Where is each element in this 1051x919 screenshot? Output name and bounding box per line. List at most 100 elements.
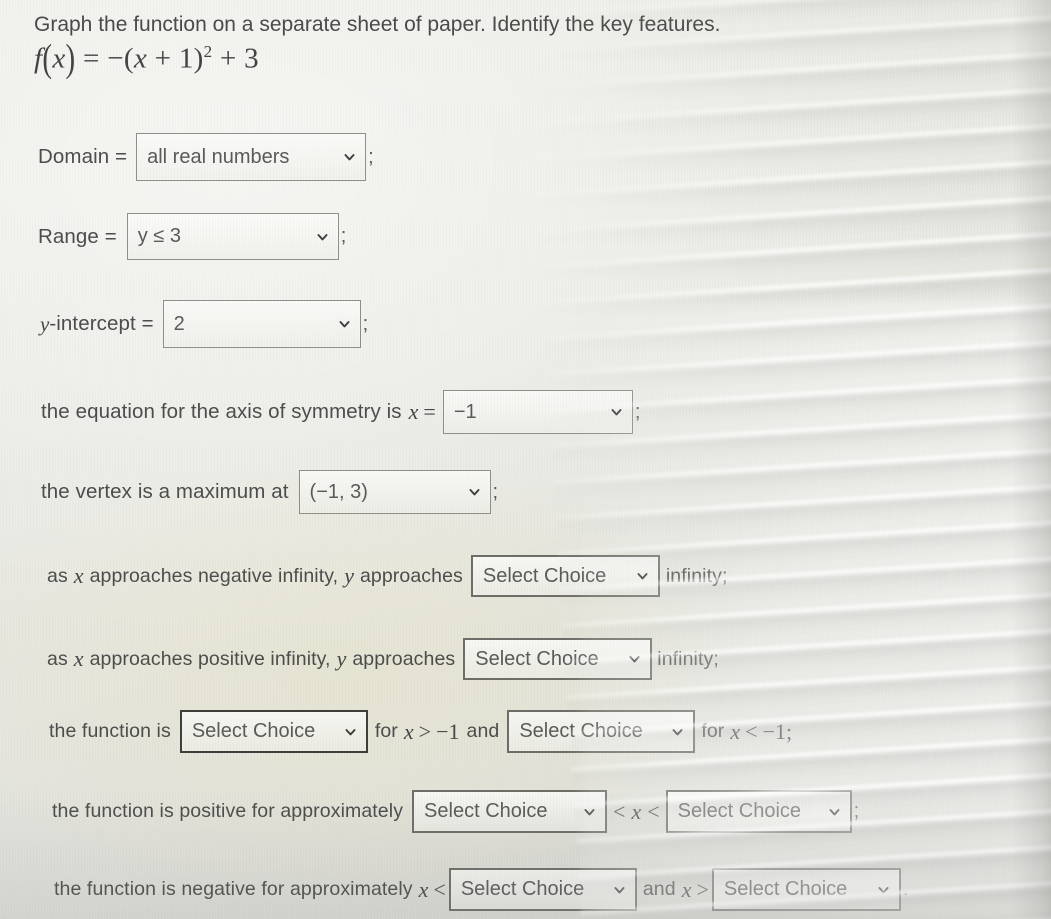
negative-interval-select-2[interactable]: Select Choice [711, 868, 901, 911]
range-select-value: y ≤ 3 [137, 225, 181, 247]
formula-x2: x [133, 42, 148, 75]
end-behavior-negative-as: as [47, 564, 68, 587]
positive-interval-select-1[interactable]: Select Choice [412, 790, 608, 833]
positive-interval-row: the function is positive for approximate… [52, 790, 859, 833]
axis-of-symmetry-equals: = [423, 399, 436, 424]
increasing-decreasing-cond-1-val: −1 [436, 718, 460, 744]
formula-exponent: 2 [203, 42, 213, 61]
chevron-down-icon [317, 233, 328, 240]
increasing-decreasing-cond-2-val: −1; [762, 718, 793, 744]
increasing-decreasing-for-1: for [374, 720, 398, 742]
worksheet-content: Graph the function on a separate sheet o… [0, 0, 1051, 919]
positive-interval-semicolon: ; [853, 800, 860, 822]
end-behavior-negative-suffix: infinity; [665, 564, 728, 587]
negative-interval-and: and [642, 878, 676, 900]
positive-interval-select-2[interactable]: Select Choice [665, 790, 852, 833]
positive-interval-label: the function is positive for approximate… [52, 800, 404, 822]
y-intercept-semicolon: ; [362, 312, 369, 335]
end-behavior-positive-mid2: approaches [352, 647, 456, 670]
chevron-down-icon [629, 656, 640, 663]
range-row: Range = y ≤ 3 ; [38, 213, 346, 260]
vertex-row: the vertex is a maximum at (−1, 3) ; [41, 470, 498, 514]
increasing-decreasing-cond-2-op: < [745, 718, 758, 744]
formula-equals: = [83, 42, 100, 75]
axis-of-symmetry-select-value: −1 [453, 400, 477, 423]
end-behavior-negative-select[interactable]: Select Choice [470, 555, 660, 597]
increasing-decreasing-select-1[interactable]: Select Choice [179, 710, 368, 753]
negative-interval-op-2: > [696, 876, 709, 902]
domain-semicolon: ; [368, 145, 374, 168]
chevron-down-icon [584, 808, 595, 815]
negative-interval-label: the function is negative for approximate… [54, 878, 413, 900]
formula-close-paren: ) [65, 36, 76, 81]
negative-interval-select-2-value: Select Choice [723, 878, 848, 900]
positive-interval-var: x [631, 798, 642, 824]
negative-interval-period: . [902, 878, 909, 900]
axis-of-symmetry-label: the equation for the axis of symmetry is [41, 400, 402, 423]
chevron-down-icon [344, 154, 355, 161]
increasing-decreasing-select-2[interactable]: Select Choice [507, 710, 696, 753]
chevron-down-icon [614, 886, 625, 893]
positive-interval-op-2: < [647, 798, 660, 824]
end-behavior-positive-select-value: Select Choice [475, 647, 599, 670]
positive-interval-select-1-value: Select Choice [424, 800, 548, 822]
formula-x1: x [52, 42, 66, 75]
chevron-down-icon [672, 728, 683, 735]
negative-interval-row: the function is negative for approximate… [54, 868, 908, 911]
negative-interval-select-1[interactable]: Select Choice [448, 868, 637, 911]
end-behavior-negative-row: as x approaches negative infinity, y app… [47, 555, 727, 597]
increasing-decreasing-label: the function is [49, 720, 171, 742]
increasing-decreasing-cond-1-var: x [403, 718, 414, 744]
formula-f: f [34, 42, 43, 75]
end-behavior-positive-x: x [73, 646, 84, 671]
chevron-down-icon [339, 321, 350, 328]
page-title: Graph the function on a separate sheet o… [34, 13, 721, 36]
chevron-down-icon [829, 808, 840, 815]
increasing-decreasing-and: and [466, 720, 500, 742]
axis-of-symmetry-semicolon: ; [634, 400, 641, 423]
chevron-down-icon [637, 573, 648, 580]
increasing-decreasing-row: the function is Select Choice for x > −1… [49, 710, 792, 753]
end-behavior-positive-as: as [47, 647, 68, 670]
function-formula: f(x) = −(x + 1)2 + 3 [34, 37, 259, 80]
formula-plus-one: + 1) [154, 42, 204, 75]
end-behavior-negative-mid: approaches negative infinity, [89, 564, 339, 587]
y-intercept-row: y -intercept = 2 ; [40, 300, 368, 348]
chevron-down-icon [611, 409, 622, 416]
y-intercept-var: y [40, 311, 50, 336]
increasing-decreasing-cond-2-var: x [730, 718, 741, 744]
increasing-decreasing-select-1-value: Select Choice [191, 720, 316, 742]
vertex-label: the vertex is a maximum at [41, 480, 289, 503]
y-intercept-select[interactable]: 2 [162, 300, 361, 348]
increasing-decreasing-cond-1-op: > [418, 718, 432, 744]
y-intercept-label: -intercept = [49, 312, 154, 335]
negative-interval-var-1: x [418, 876, 429, 902]
increasing-decreasing-select-2-value: Select Choice [519, 720, 643, 742]
end-behavior-negative-select-value: Select Choice [482, 564, 607, 587]
end-behavior-negative-y: y [344, 563, 354, 588]
end-behavior-positive-select[interactable]: Select Choice [463, 638, 653, 680]
negative-interval-var-2: x [681, 876, 692, 902]
vertex-select-value: (−1, 3) [309, 480, 368, 503]
domain-label: Domain = [38, 145, 128, 168]
axis-of-symmetry-select[interactable]: −1 [442, 390, 633, 434]
end-behavior-negative-x: x [73, 563, 84, 588]
screen-photo: Graph the function on a separate sheet o… [0, 0, 1051, 919]
end-behavior-positive-suffix: infinity; [657, 647, 719, 670]
y-intercept-select-value: 2 [173, 312, 185, 335]
range-semicolon: ; [340, 225, 347, 247]
positive-interval-op-1: < [613, 798, 626, 824]
domain-select[interactable]: all real numbers [136, 133, 367, 181]
negative-interval-select-1-value: Select Choice [460, 878, 585, 900]
domain-row: Domain = all real numbers ; [38, 133, 374, 181]
range-select[interactable]: y ≤ 3 [126, 213, 339, 260]
axis-of-symmetry-var: x [408, 399, 419, 424]
vertex-select[interactable]: (−1, 3) [298, 470, 491, 514]
chevron-down-icon [469, 489, 480, 496]
axis-of-symmetry-row: the equation for the axis of symmetry is… [41, 390, 640, 434]
end-behavior-positive-y: y [336, 646, 347, 671]
vertex-semicolon: ; [492, 480, 499, 503]
end-behavior-positive-mid: approaches positive infinity, [89, 647, 331, 670]
formula-open-paren: ( [42, 36, 53, 81]
chevron-down-icon [878, 886, 889, 893]
